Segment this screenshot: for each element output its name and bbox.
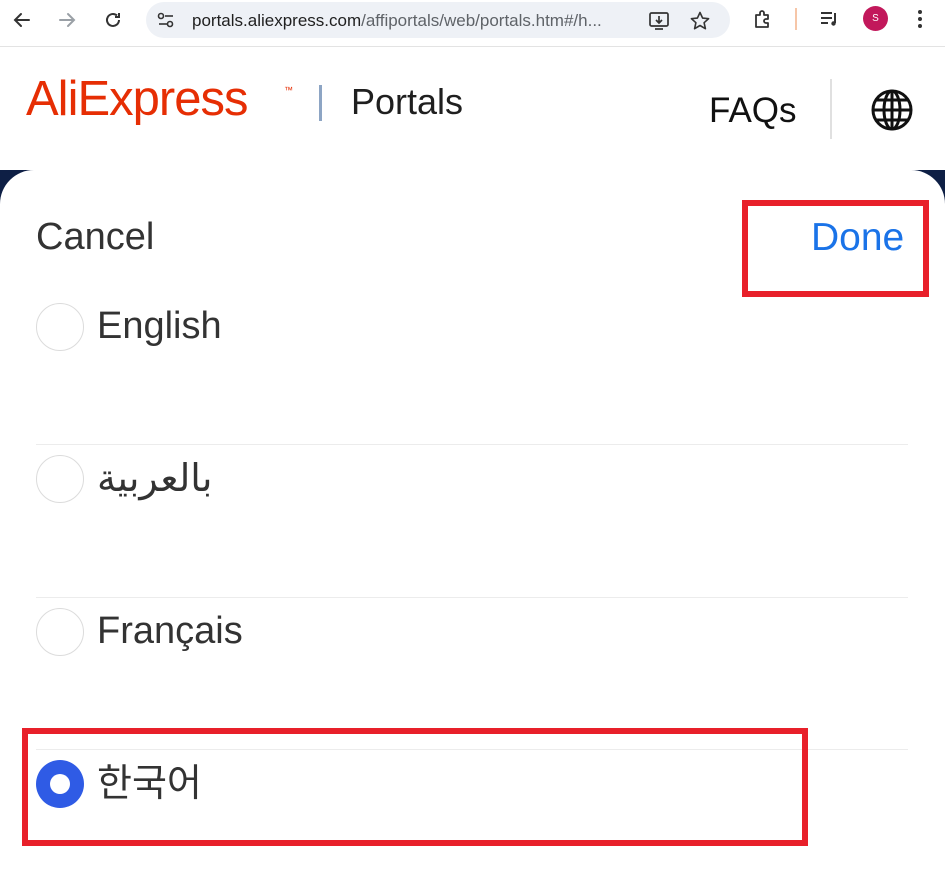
reload-icon[interactable] [97, 6, 129, 34]
header-divider [830, 79, 832, 139]
logo-separator [319, 85, 322, 121]
radio-english[interactable] [36, 303, 84, 351]
language-option-english[interactable]: English [36, 303, 908, 363]
url-text[interactable]: portals.aliexpress.com/affiportals/web/p… [192, 11, 602, 31]
profile-avatar[interactable]: S [863, 6, 888, 31]
radio-arabic[interactable] [36, 455, 84, 503]
more-menu-icon[interactable] [908, 6, 932, 32]
section-title: Portals [351, 81, 464, 122]
row-divider [36, 444, 908, 445]
done-highlight-box [742, 200, 929, 297]
extensions-icon[interactable] [752, 8, 774, 30]
url-host: portals.aliexpress.com [192, 11, 362, 30]
site-settings-icon[interactable] [156, 10, 176, 30]
language-label: Français [97, 610, 243, 652]
aliexpress-logo[interactable]: AliExpress [26, 75, 248, 124]
browser-toolbar: portals.aliexpress.com/affiportals/web/p… [0, 0, 945, 47]
language-label: English [97, 305, 222, 347]
globe-icon[interactable] [870, 88, 914, 132]
forward-icon[interactable] [51, 6, 83, 34]
cancel-button[interactable]: Cancel [36, 218, 154, 256]
korean-highlight-box [22, 728, 808, 846]
language-option-arabic[interactable]: بالعربية [36, 455, 908, 515]
logo-trademark: ™ [284, 85, 293, 95]
row-divider [36, 597, 908, 598]
back-icon[interactable] [6, 6, 38, 34]
language-option-french[interactable]: Français [36, 608, 908, 668]
url-path: /affiportals/web/portals.htm#/h... [361, 11, 602, 30]
language-label: بالعربية [97, 456, 213, 500]
toolbar-divider [795, 8, 797, 30]
address-bar[interactable]: portals.aliexpress.com/affiportals/web/p… [146, 2, 730, 38]
media-queue-icon[interactable] [818, 8, 840, 30]
faqs-link[interactable]: FAQs [709, 93, 797, 128]
bookmark-star-icon[interactable] [689, 10, 711, 32]
radio-french[interactable] [36, 608, 84, 656]
install-app-icon[interactable] [648, 10, 670, 32]
site-header: AliExpress ™ Portals FAQs [0, 47, 945, 170]
